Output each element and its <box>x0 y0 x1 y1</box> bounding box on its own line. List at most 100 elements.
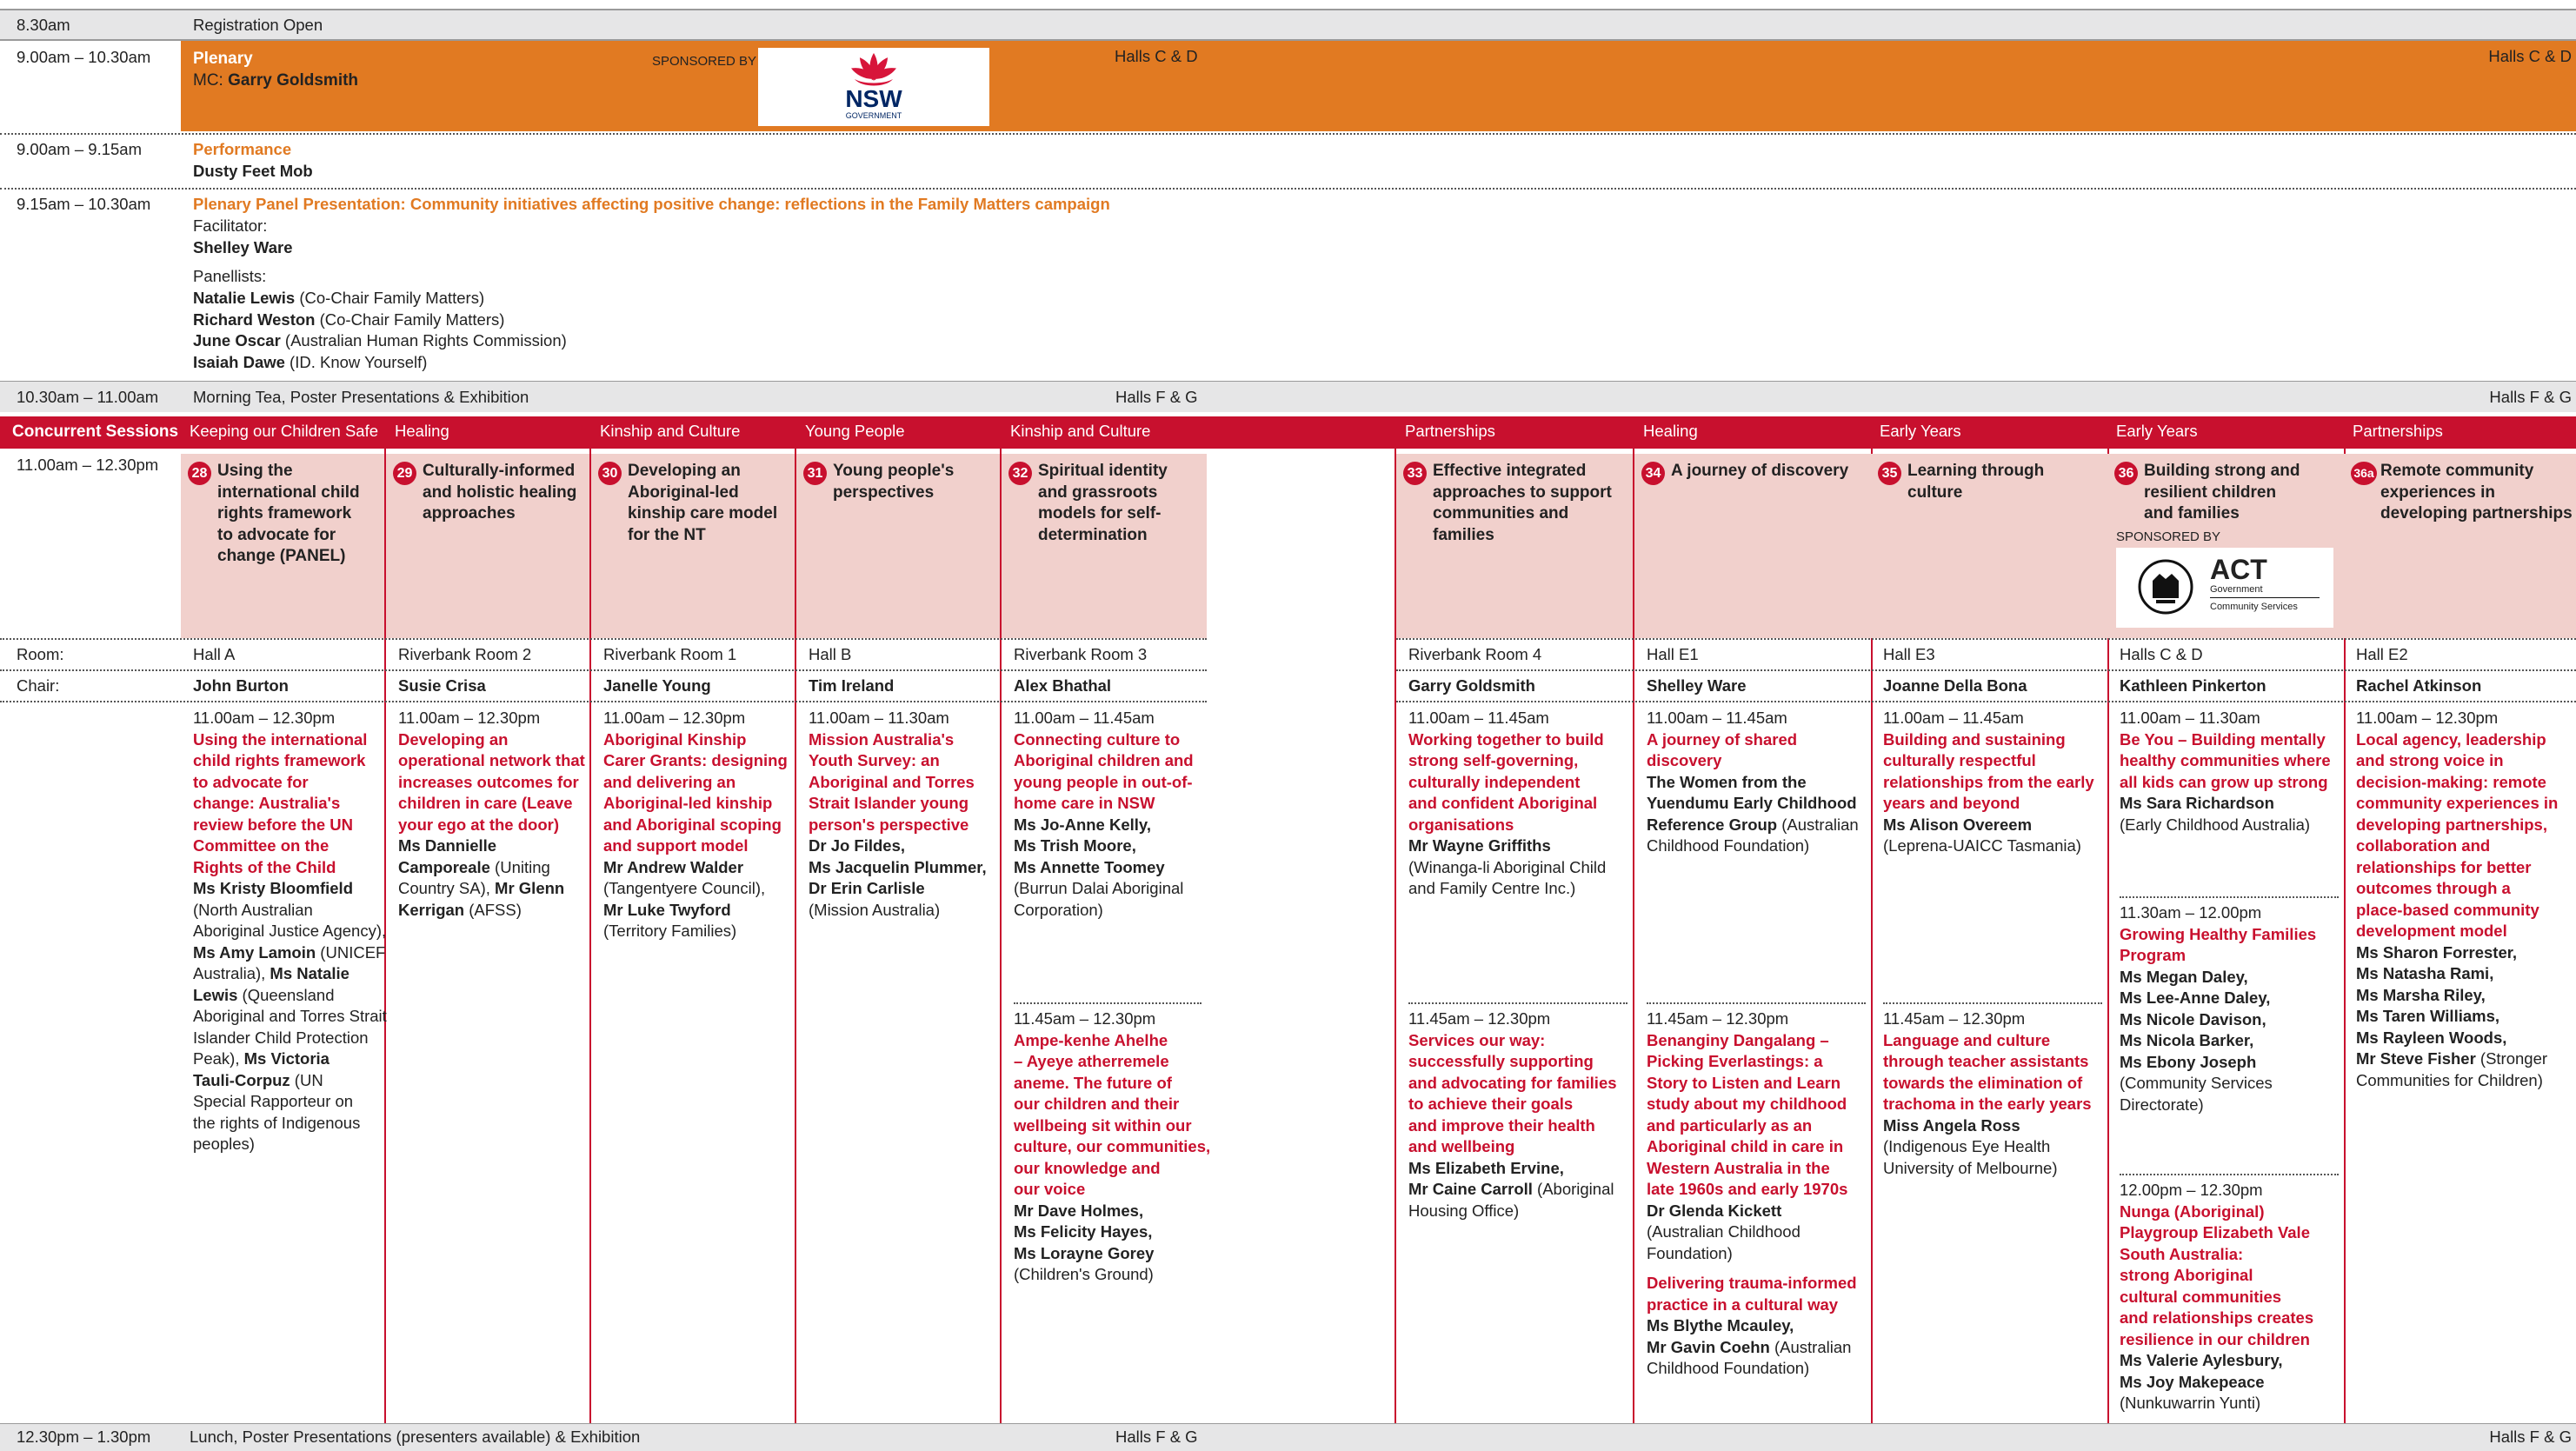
presenter-name: Ms Nicole Davison, <box>2120 1009 2266 1028</box>
presenter-org: (Uniting <box>489 857 550 876</box>
panel-time: 9.15am – 10.30am <box>17 195 151 213</box>
presenter-org: (Indigenous Eye Health <box>1883 1137 2051 1155</box>
presenter-name: Ms Marsha Riley, <box>2356 985 2486 1004</box>
session-title-line: healthy communities where <box>2120 751 2331 769</box>
stream-chair: Rachel Atkinson <box>2356 676 2482 695</box>
presenter-org: (AFSS) <box>464 900 522 919</box>
presenter-name: Ms Jo-Anne Kelly, <box>1014 815 1151 834</box>
divider <box>0 669 1207 671</box>
topic-line: determination <box>1038 525 1148 544</box>
session-title-line: organisations <box>1408 815 1514 834</box>
session-title-line: to achieve their goals <box>1408 1095 1574 1113</box>
session-title-line: and delivering an <box>603 772 736 791</box>
session-title-line: child rights framework <box>193 751 366 769</box>
presenter-line: Lewis (Queensland <box>193 985 387 1007</box>
session-title-line: Using the international <box>193 729 368 749</box>
session-title-line: and confident Aboriginal <box>1408 794 1598 812</box>
column-divider <box>1395 416 1396 1423</box>
presenter-org: Country SA), <box>398 879 496 897</box>
session-title-line: place-based community <box>2356 900 2539 919</box>
session-title-line: Language and culture <box>1883 1030 2051 1049</box>
session-c2: 11.00am – 12.30pm Aboriginal Kinship Carer… <box>603 708 788 942</box>
session-title-line: Ampe-kenhe Ahelhe <box>1014 1030 1168 1049</box>
act-crest-icon <box>2138 559 2193 615</box>
presenter-line: Kerrigan (AFSS) <box>398 900 585 922</box>
presenter-org: (Early Childhood Australia) <box>2120 815 2311 834</box>
stream-chair: Alex Bhathal <box>1014 676 1112 695</box>
session-title-line: Delivering trauma-informed <box>1647 1274 1857 1292</box>
stream-chair: John Burton <box>193 676 289 695</box>
session-title-line: practice in a cultural way <box>1647 1295 1839 1314</box>
session-title-line: to advocate for <box>193 772 309 791</box>
presenter-org: (Children's Ground) <box>1014 1265 1154 1283</box>
presenter-org: (UN <box>290 1070 323 1089</box>
presenter-name: Ms Jacquelin Plummer, <box>809 857 987 876</box>
stream-topic-box: 36a Remote community experiences in develop… <box>2344 454 2576 638</box>
presenter-name: Tauli-Corpuz <box>193 1070 290 1089</box>
topic-line: Remote community <box>2380 462 2534 480</box>
panellist-org: (Australian Human Rights Commission) <box>280 331 567 349</box>
stream-room: Riverbank Room 3 <box>1014 645 1148 663</box>
stream-topic-title: Building strong and resilient children and… <box>2144 461 2300 525</box>
topic-line: developing partnerships <box>2380 504 2573 522</box>
session-title-line: Services our way: <box>1408 1030 1546 1049</box>
session-c8a: 11.00am – 11.30am Be You – Building menta… <box>2120 708 2331 835</box>
stream-theme: Healing <box>395 422 449 440</box>
divider <box>0 638 1207 640</box>
presenter-line: Reference Group (Australian <box>1647 815 1859 836</box>
session-number-badge: 30 <box>598 462 622 485</box>
presenter-name: Ms Victoria <box>243 1049 329 1068</box>
topic-line: resilient children <box>2144 483 2277 502</box>
session-divider <box>2120 1174 2339 1175</box>
presenter-org: Australia), <box>193 964 270 982</box>
presenter-line: Peak), Ms Victoria <box>193 1048 387 1070</box>
topic-line: Spiritual identity <box>1038 462 1168 480</box>
presenter-name: Ms Nicola Barker, <box>2120 1031 2254 1049</box>
session-title-line: Strait Islander young <box>809 794 969 812</box>
session-title-line: and improve their health <box>1408 1115 1595 1135</box>
facilitator-label: Facilitator: <box>193 216 268 235</box>
topic-line: experiences in <box>2380 483 2496 502</box>
presenter-name: Ms Felicity Hayes, <box>1014 1222 1153 1241</box>
session-c7b: 11.45am – 12.30pm Language and culture thr… <box>1883 1008 2092 1179</box>
panellist-name: Richard Weston <box>193 310 316 329</box>
stream-topic-title: Learning through culture <box>1907 461 2044 503</box>
presenter-org: (Winanga-li Aboriginal Child <box>1408 857 1607 876</box>
presenter-org: the rights of Indigenous <box>193 1113 361 1132</box>
presenter-org: Communities for Children) <box>2356 1070 2543 1089</box>
presenter-org: Childhood Foundation) <box>1647 1359 1810 1377</box>
stream-theme: Partnerships <box>2353 422 2443 440</box>
morning-tea-label: Morning Tea, Poster Presentations & Exhi… <box>193 388 529 406</box>
session-title-line: Committee on the <box>193 836 329 855</box>
stream-theme: Keeping our Children Safe <box>190 422 379 440</box>
presenter-name: Ms Elizabeth Ervine, <box>1408 1158 1564 1177</box>
mc-label: MC: <box>193 71 223 90</box>
session-title-line: through teacher assistants <box>1883 1052 2089 1070</box>
presenter-name: Mr Caine Carroll <box>1408 1180 1533 1198</box>
session-number-badge: 33 <box>1403 462 1427 485</box>
topic-line: families <box>1433 525 1494 544</box>
panellist-name: June Oscar <box>193 331 281 349</box>
session-title-line: increases outcomes for <box>398 772 579 791</box>
session-c0: 11.00am – 12.30pm Using the international… <box>193 708 387 1155</box>
topic-line: models for self- <box>1038 504 1162 522</box>
session-title-line: Developing an <box>398 729 509 749</box>
session-title-line: strong self-governing, <box>1408 751 1579 769</box>
stream-topic-box: 30 Developing an Aboriginal-led kinship car… <box>591 454 795 638</box>
stream-theme: Early Years <box>2116 422 2198 440</box>
session-title-line: Program <box>2120 946 2187 964</box>
session-title-line: successfully supporting <box>1408 1052 1594 1070</box>
topic-line: international child <box>217 483 360 502</box>
stream-topic-title: Using the international child rights frame… <box>217 461 360 568</box>
morning-tea-time: 10.30am – 11.00am <box>17 388 159 406</box>
topic-line: rights framework <box>217 504 352 522</box>
presenter-org: Special Rapporteur on <box>193 1092 354 1110</box>
topic-line: communities and <box>1433 504 1569 522</box>
presenter-org: (Australian <box>1769 1337 1852 1356</box>
presenter-org: (Australian <box>1777 815 1859 834</box>
presenter-name: Ms Natasha Rami, <box>2356 964 2494 982</box>
session-number-badge: 29 <box>393 462 416 485</box>
morning-tea-row: 10.30am – 11.00am Morning Tea, Poster Pr… <box>0 381 2576 412</box>
session-title-line: Growing Healthy Families <box>2120 924 2317 943</box>
topic-line: Culturally-informed <box>423 462 576 480</box>
